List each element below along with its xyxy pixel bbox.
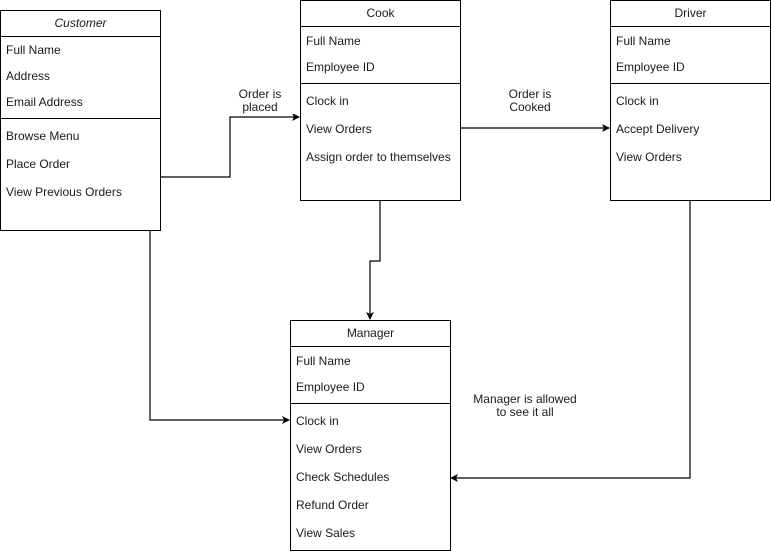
- method: Accept Delivery: [616, 122, 700, 136]
- edge-label-order-cooked: Order is Cooked: [495, 88, 565, 114]
- attribute: Full Name: [306, 34, 361, 48]
- class-cook[interactable]: Cook Full Name Employee ID Clock in View…: [300, 0, 461, 201]
- method: Assign order to themselves: [306, 150, 451, 164]
- methods-section: Clock in View Orders Assign order to the…: [301, 84, 460, 171]
- method: View Previous Orders: [6, 185, 122, 199]
- note-line: to see it all: [496, 405, 554, 419]
- method: Browse Menu: [6, 129, 80, 143]
- method: Clock in: [306, 94, 349, 108]
- edge-label-order-placed: Order is placed: [225, 88, 295, 114]
- method: Check Schedules: [296, 470, 390, 484]
- method: Clock in: [616, 94, 659, 108]
- method: View Orders: [306, 122, 372, 136]
- attributes-section: Full Name Employee ID: [611, 27, 770, 84]
- attribute: Employee ID: [616, 60, 685, 74]
- class-customer[interactable]: Customer Full Name Address Email Address…: [0, 10, 161, 231]
- method: Clock in: [296, 414, 339, 428]
- attribute: Address: [6, 69, 51, 83]
- attributes-section: Full Name Employee ID: [301, 27, 460, 84]
- class-title: Manager: [291, 321, 450, 347]
- class-title: Customer: [1, 11, 160, 37]
- methods-section: Clock in Accept Delivery View Orders: [611, 84, 770, 171]
- attribute: Email Address: [6, 95, 83, 109]
- attribute: Full Name: [616, 34, 671, 48]
- class-manager[interactable]: Manager Full Name Employee ID Clock in V…: [290, 320, 451, 551]
- attribute: Employee ID: [306, 60, 375, 74]
- attribute: Full Name: [296, 354, 351, 368]
- attributes-section: Full Name Address Email Address: [1, 37, 160, 119]
- method: View Orders: [616, 150, 682, 164]
- methods-section: Clock in View Orders Check Schedules Ref…: [291, 404, 450, 547]
- methods-section: Browse Menu Place Order View Previous Or…: [1, 119, 160, 206]
- note-manager-sees-all: Manager is allowed to see it all: [465, 393, 585, 419]
- method: View Orders: [296, 442, 362, 456]
- attributes-section: Full Name Employee ID: [291, 347, 450, 404]
- connector-customer-to-manager: [149, 230, 290, 424]
- connector-cook-to-manager: [366, 200, 381, 320]
- method: Place Order: [6, 157, 71, 171]
- connector-customer-to-cook: [160, 113, 300, 178]
- class-title: Cook: [301, 1, 460, 27]
- label-line: Cooked: [509, 100, 551, 114]
- method: Refund Order: [296, 498, 369, 512]
- attribute: Full Name: [6, 43, 61, 57]
- class-driver[interactable]: Driver Full Name Employee ID Clock in Ac…: [610, 0, 771, 201]
- label-line: placed: [242, 100, 278, 114]
- attribute: Employee ID: [296, 380, 365, 394]
- connector-driver-to-manager: [450, 200, 691, 482]
- method: View Sales: [296, 526, 356, 540]
- class-title: Driver: [611, 1, 770, 27]
